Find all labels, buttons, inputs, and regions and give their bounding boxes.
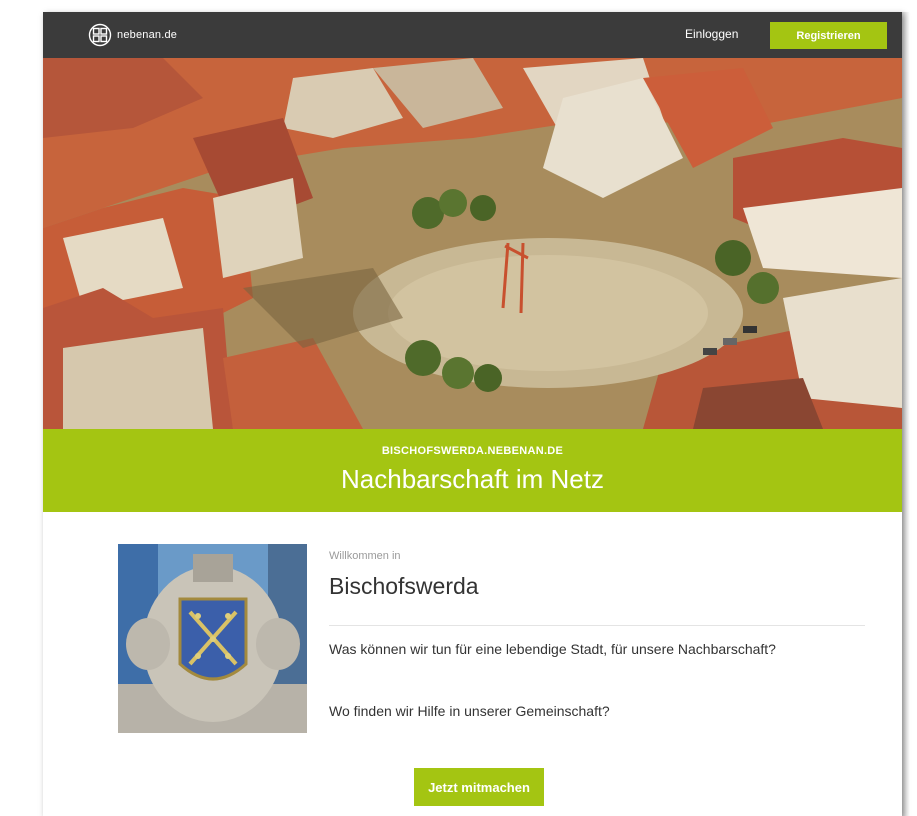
logo-text: nebenan.de: [117, 29, 178, 41]
register-button[interactable]: Registrieren: [770, 22, 887, 49]
logo[interactable]: nebenan.de: [88, 23, 177, 47]
banner-title: Nachbarschaft im Netz: [341, 464, 604, 494]
banner-domain: BISCHOFSWERDA.NEBENAN.DE: [381, 445, 564, 457]
landing-page: nebenan.de Einloggen Registrieren BISCHO…: [43, 12, 902, 816]
nebenan-logo-icon: [88, 23, 112, 47]
welcome-prefix: Willkommen in: [329, 550, 401, 562]
top-navbar: nebenan.de Einloggen Registrieren: [43, 12, 902, 58]
coat-of-arms-image: [118, 544, 307, 733]
hero-image: [43, 58, 902, 429]
hero-banner: BISCHOFSWERDA.NEBENAN.DE Nachbarschaft i…: [43, 429, 902, 512]
page-shadow-edge: [902, 12, 910, 816]
divider: [329, 625, 865, 626]
login-link[interactable]: Einloggen: [685, 27, 738, 41]
coat-of-arms-illustration: [118, 544, 307, 733]
aerial-town-square-image: [43, 58, 902, 429]
join-now-button[interactable]: Jetzt mitmachen: [414, 768, 544, 806]
intro-paragraph-2: Wo finden wir Hilfe in unserer Gemeinsch…: [329, 703, 610, 719]
town-title: Bischofswerda: [329, 573, 479, 599]
intro-paragraph-1: Was können wir tun für eine lebendige St…: [329, 641, 776, 657]
